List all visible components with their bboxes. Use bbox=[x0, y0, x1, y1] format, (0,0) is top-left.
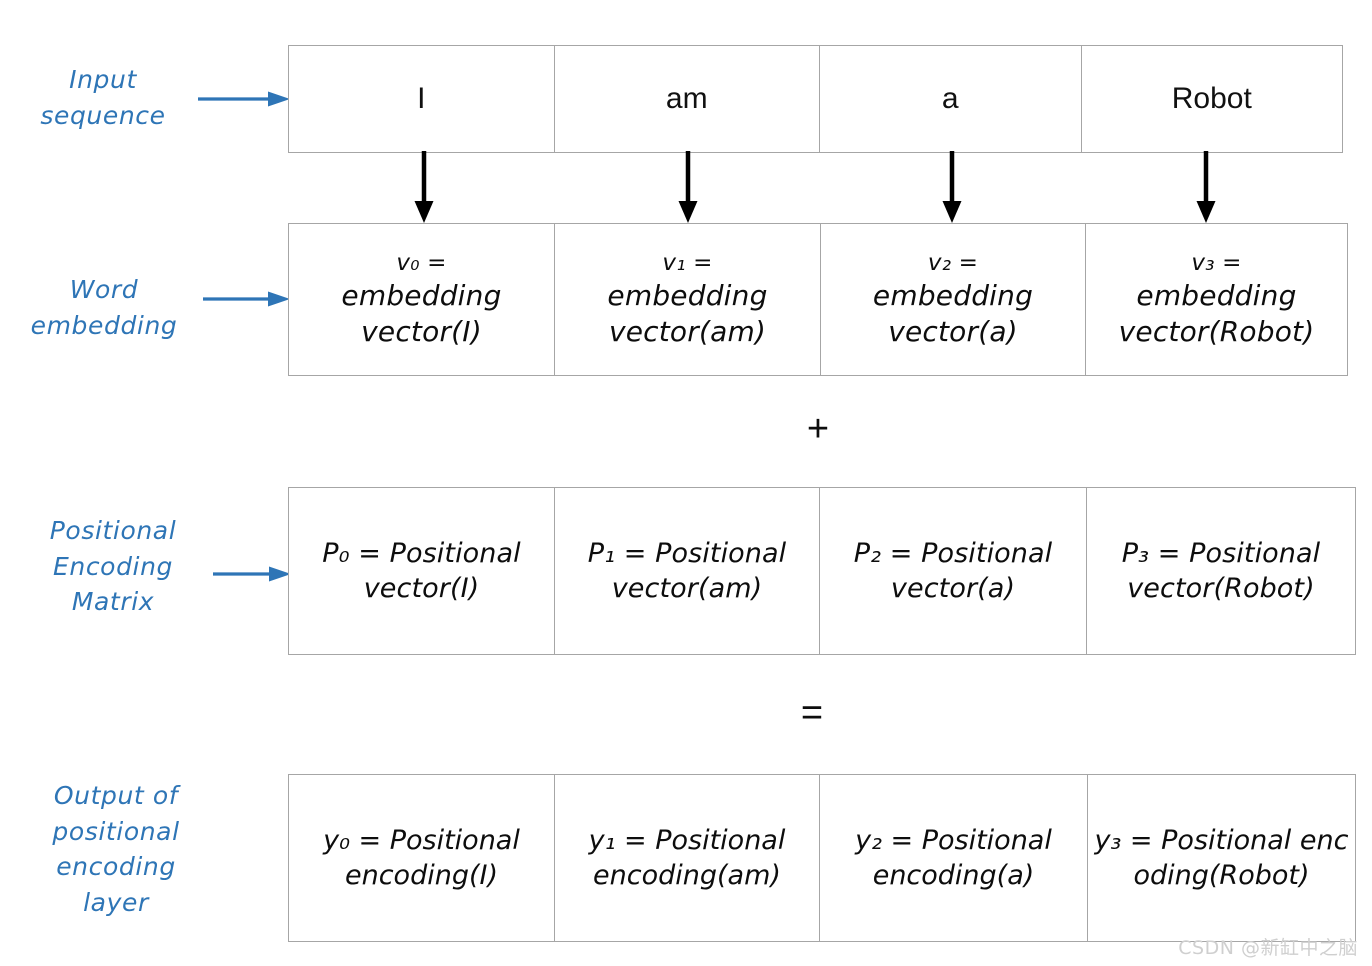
embedding-var-label: v₀ = bbox=[396, 250, 447, 277]
embedding-cell: v₂ = embedding vector(a) bbox=[821, 224, 1086, 375]
embedding-cell: v₀ = embedding vector(I) bbox=[289, 224, 555, 375]
input-token-cell: am bbox=[555, 46, 820, 152]
output-cell: y₃ = Positional encoding(Robot) bbox=[1094, 824, 1349, 891]
label-output-of-positional-encoding-layer: Output of positional encoding layer bbox=[52, 781, 180, 917]
embedding-value-label: embedding vector(am) bbox=[607, 279, 768, 348]
arrow-right-icon bbox=[213, 563, 291, 589]
watermark: CSDN @新缸中之脑 bbox=[1178, 937, 1358, 959]
arrow-down-icon bbox=[1194, 151, 1218, 229]
arrow-down-icon bbox=[676, 151, 700, 229]
embedding-var-label: v₁ = bbox=[662, 250, 713, 277]
embedding-value-label: embedding vector(Robot) bbox=[1118, 279, 1315, 348]
label-input-sequence: Input sequence bbox=[40, 65, 166, 130]
diagram-canvas: Input sequence Word embedding Positional… bbox=[0, 0, 1372, 966]
input-token-cell: a bbox=[820, 46, 1082, 152]
embedding-var-label: v₃ = bbox=[1191, 250, 1242, 277]
positional-cell: P₀ = Positional vector(I) bbox=[289, 488, 555, 654]
label-positional-encoding-matrix: Positional Encoding Matrix bbox=[49, 516, 177, 616]
output-cell: y₂ = Positional encoding(a) bbox=[820, 775, 1088, 941]
input-sequence-row: I am a Robot bbox=[288, 45, 1343, 153]
arrow-down-icon bbox=[940, 151, 964, 229]
arrow-right-icon bbox=[203, 288, 290, 314]
embedding-cell: v₁ = embedding vector(am) bbox=[555, 224, 821, 375]
input-token-cell: Robot bbox=[1171, 82, 1252, 115]
positional-cell: P₁ = Positional vector(am) bbox=[555, 488, 820, 654]
arrow-right-icon bbox=[198, 88, 290, 114]
positional-cell: P₃ = Positional vector(Robot) bbox=[1121, 537, 1321, 604]
word-embedding-row: v₀ = embedding vector(I) v₁ = embedding … bbox=[288, 223, 1348, 376]
plus-operator: + bbox=[806, 408, 830, 450]
positional-encoding-row: P₀ = Positional vector(I) P₁ = Positiona… bbox=[288, 487, 1356, 655]
embedding-var-label: v₂ = bbox=[927, 250, 979, 277]
arrow-down-icon bbox=[412, 151, 436, 229]
embedding-value-label: embedding vector(I) bbox=[341, 279, 502, 348]
embedding-cell: v₃ = embedding vector(Robot) bbox=[1086, 224, 1347, 375]
output-cell: y₀ = Positional encoding(I) bbox=[289, 775, 555, 941]
positional-cell: P₂ = Positional vector(a) bbox=[820, 488, 1087, 654]
input-token-cell: I bbox=[289, 46, 555, 152]
output-row: y₀ = Positional encoding(I) y₁ = Positio… bbox=[288, 774, 1356, 942]
output-cell: y₁ = Positional encoding(am) bbox=[555, 775, 820, 941]
equals-operator: = bbox=[800, 692, 824, 734]
embedding-value-label: embedding vector(a) bbox=[872, 279, 1034, 348]
label-word-embedding: Word embedding bbox=[30, 275, 178, 340]
